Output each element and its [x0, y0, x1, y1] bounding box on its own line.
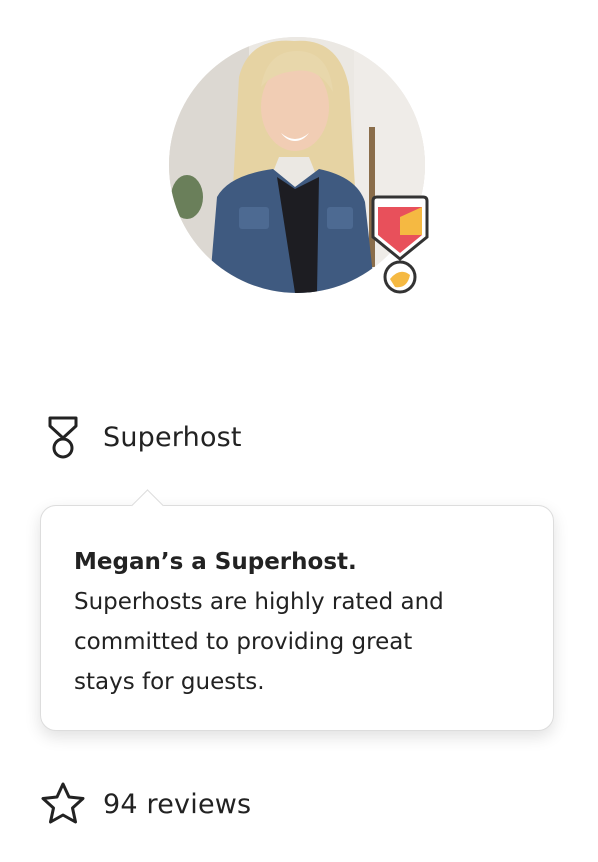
tooltip-title: Megan’s a Superhost. [74, 549, 357, 575]
host-avatar-container[interactable] [169, 37, 431, 299]
superhost-badge-icon [369, 195, 431, 299]
superhost-label: Superhost [103, 421, 242, 453]
reviews-count[interactable]: 94 reviews [103, 789, 251, 820]
reviews-row[interactable]: 94 reviews [38, 778, 251, 830]
star-outline-icon [38, 779, 88, 829]
superhost-row[interactable]: Superhost [38, 412, 242, 462]
superhost-tooltip: Megan’s a Superhost. Superhosts are high… [40, 489, 554, 731]
tooltip-body: Superhosts are highly rated and committe… [74, 589, 444, 695]
tooltip-arrow [131, 489, 164, 522]
medal-icon [38, 412, 88, 462]
